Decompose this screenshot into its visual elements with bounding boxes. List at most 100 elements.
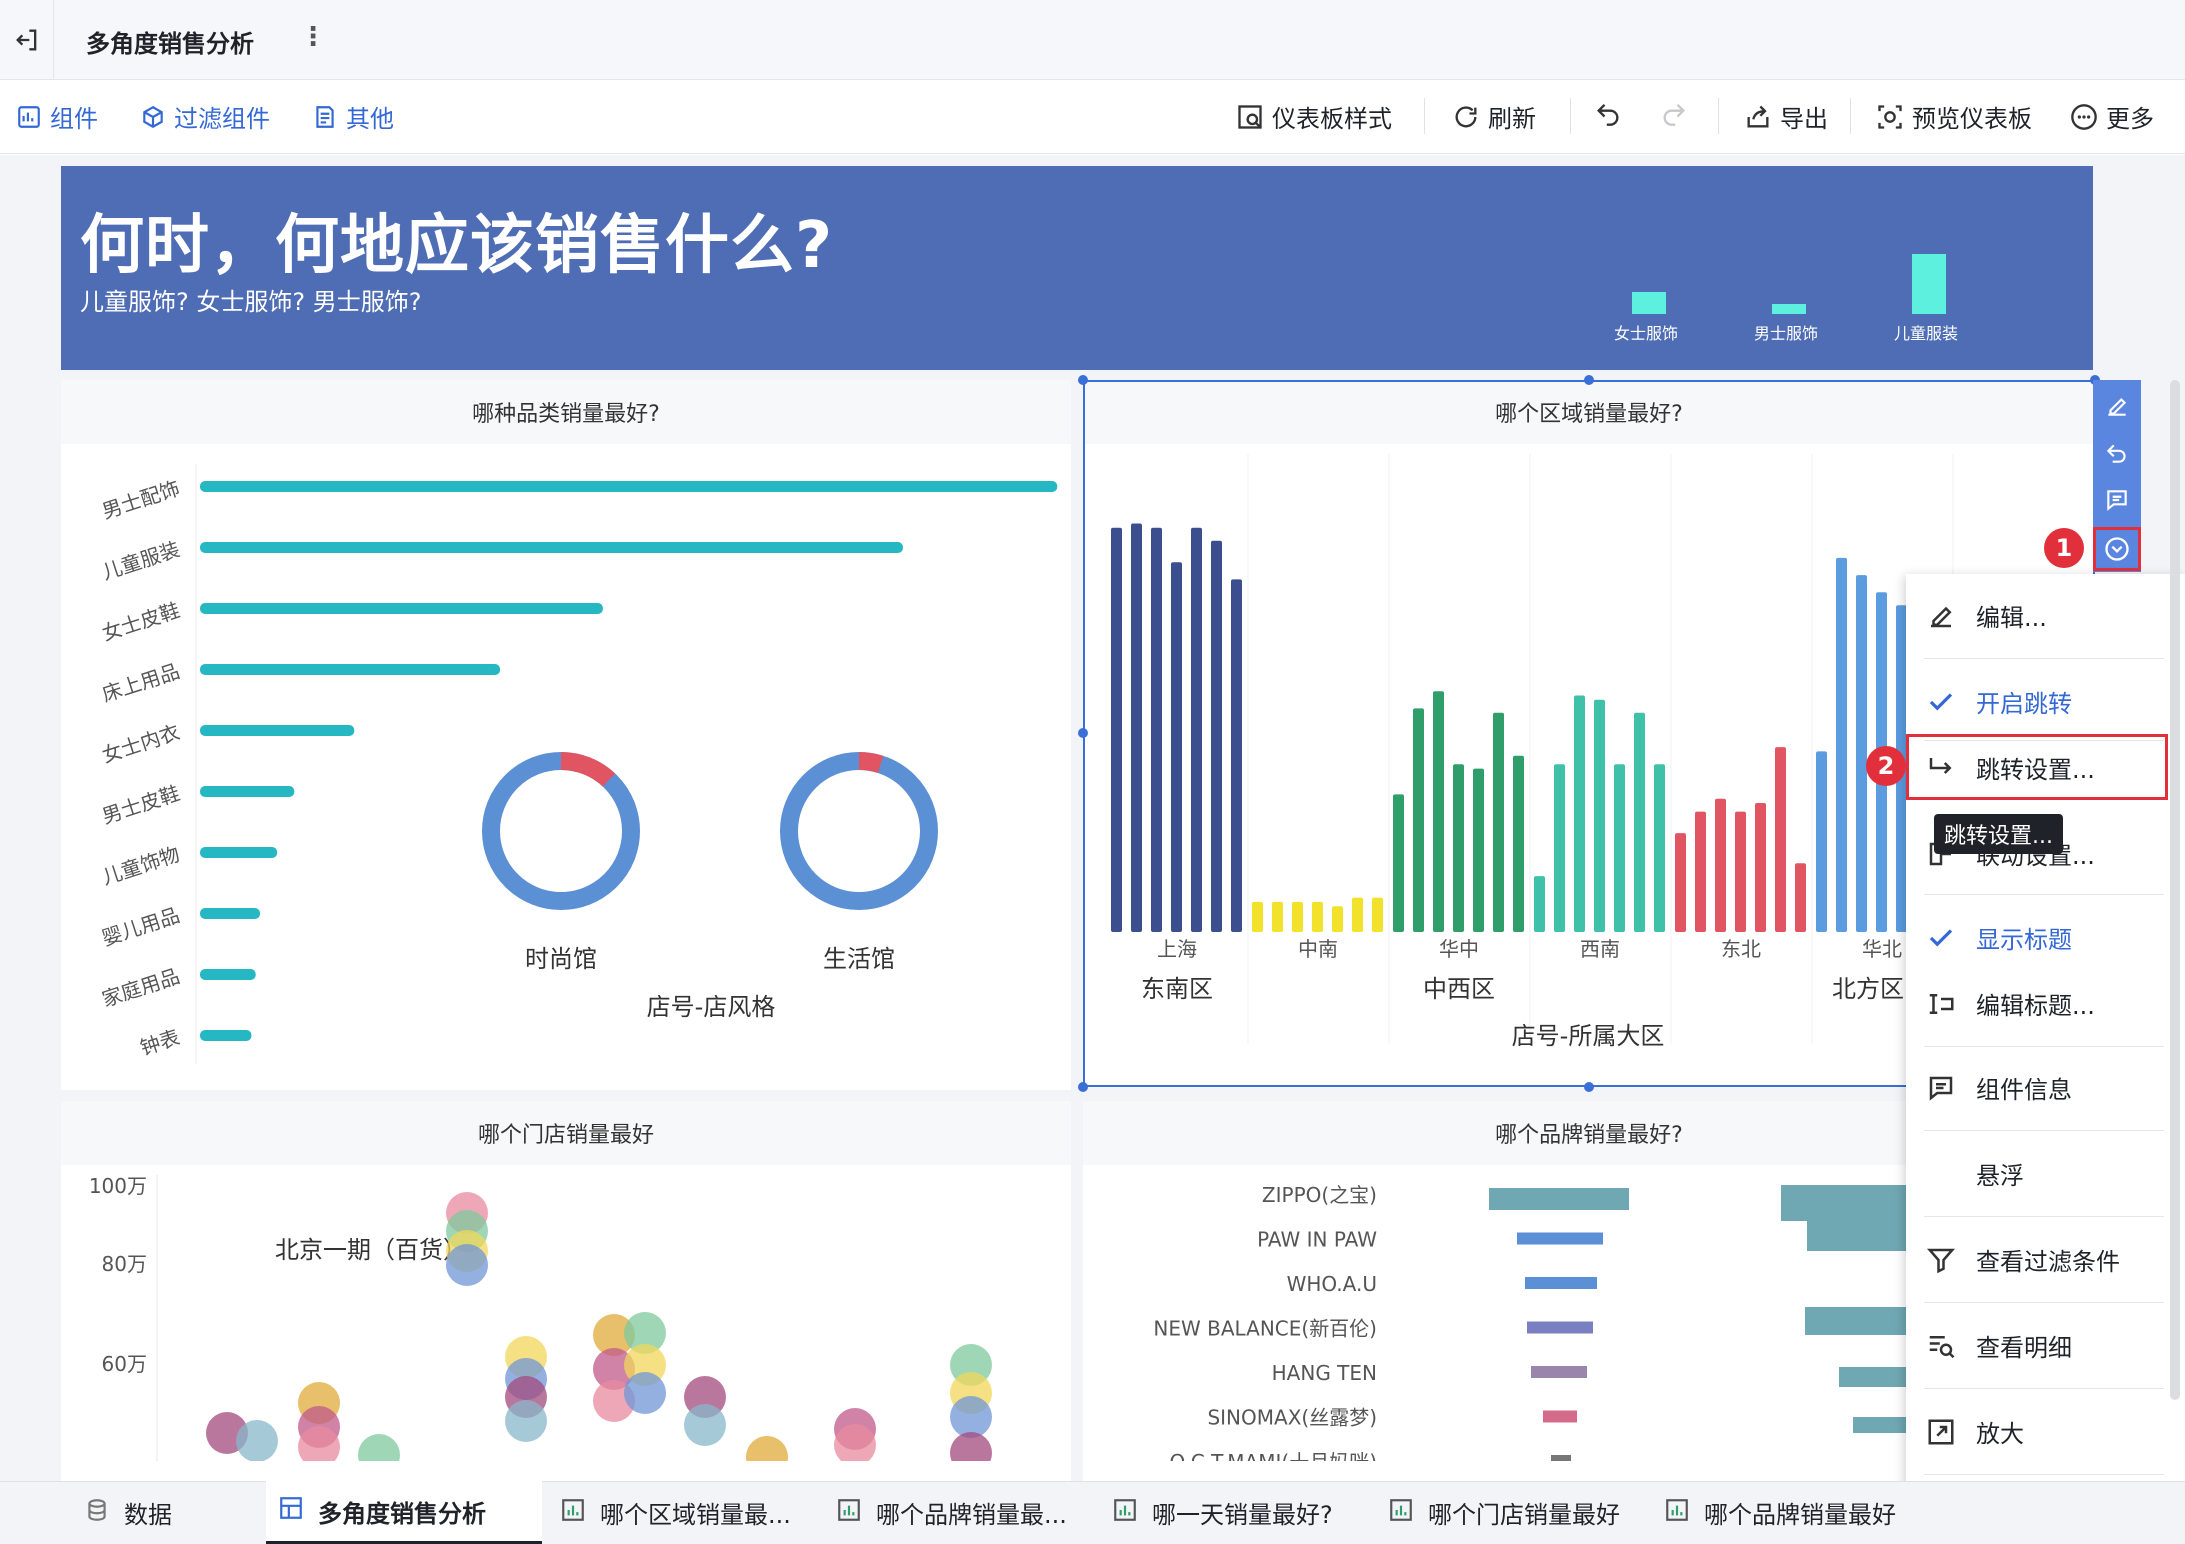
menu-item-detail-icon[interactable]: 查看明细 <box>1924 1328 2072 1363</box>
menu-item-filter-icon[interactable]: 查看过滤条件 <box>1924 1242 2120 1277</box>
toolbar-divider <box>1718 98 1719 134</box>
tab-label: 多角度销售分析 <box>318 1499 486 1528</box>
refresh-button[interactable]: 刷新 <box>1452 99 1536 134</box>
category-bar <box>200 908 261 919</box>
comment-component-button[interactable] <box>2101 484 2133 516</box>
tab[interactable]: 哪个门店销量最好 <box>1376 1481 1648 1544</box>
component-icon <box>18 105 40 128</box>
dashboard-style-icon <box>1238 104 1262 129</box>
check-icon <box>1924 685 1958 719</box>
undo-button[interactable] <box>1594 99 1622 127</box>
menu-item-label: 查看明细 <box>1976 1334 2072 1362</box>
menu-item-edit-icon[interactable]: 编辑... <box>1924 598 2047 633</box>
chart-icon <box>1388 1497 1414 1529</box>
brand-bar <box>1781 1185 1911 1221</box>
reset-component-button[interactable] <box>2101 437 2133 469</box>
mini-bar-label: 男士服饰 <box>1754 324 1819 343</box>
tab-active[interactable]: 多角度销售分析 <box>266 1481 542 1544</box>
banner-subtitle: 儿童服饰? 女士服饰? 男士服饰? <box>80 288 422 316</box>
tab[interactable]: 数据 <box>72 1481 262 1544</box>
export-label: 导出 <box>1780 105 1828 133</box>
vertical-scrollbar[interactable] <box>2170 380 2180 1400</box>
resize-handle[interactable] <box>1584 1082 1594 1092</box>
store-point <box>950 1432 992 1461</box>
brand-label: WHO.A.U <box>1287 1272 1377 1296</box>
brand-label: O.C.T.MAMI(十月妈咪) <box>1169 1450 1377 1461</box>
menu-item-zoom-icon[interactable]: 放大 <box>1924 1414 2024 1449</box>
tab-label: 哪个区域销量最... <box>600 1501 791 1529</box>
menu-divider <box>1924 1388 2164 1389</box>
menu-item-check-icon[interactable]: 开启跳转 <box>1924 684 2072 719</box>
brand-bar <box>1517 1232 1603 1245</box>
more-button[interactable]: 更多 <box>2070 99 2154 134</box>
mini-bar-label: 儿童服装 <box>1894 324 1959 343</box>
mini-bar <box>1772 304 1806 314</box>
menu-item-edit-title-icon[interactable]: 编辑标题... <box>1924 986 2095 1021</box>
edit-component-button[interactable] <box>2101 390 2133 422</box>
menu-item-check-icon[interactable]: 显示标题 <box>1924 920 2072 955</box>
menu-item-float[interactable]: 悬浮 <box>1924 1156 2024 1191</box>
category-label: 男士配饰 <box>99 476 183 524</box>
tab[interactable]: 哪个区域销量最... <box>548 1481 820 1544</box>
title-more-icon[interactable]: ⋮ <box>300 22 326 52</box>
component-button[interactable]: 组件 <box>16 99 98 134</box>
store-panel-title: 哪个门店销量最好 <box>61 1101 1071 1165</box>
mini-bar <box>1632 292 1666 314</box>
category-bar <box>200 542 903 553</box>
brand-bar <box>1807 1221 1911 1251</box>
preview-dashboard-button[interactable]: 预览仪表板 <box>1876 99 2032 134</box>
store-point <box>684 1404 726 1446</box>
resize-handle[interactable] <box>1078 728 1088 738</box>
brand-label: NEW BALANCE(新百伦) <box>1153 1317 1377 1341</box>
step-badge-2: 2 <box>1866 746 1906 786</box>
brand-bar <box>1839 1367 1911 1387</box>
brand-bar <box>1527 1321 1593 1334</box>
toolbar-divider <box>1424 98 1425 134</box>
exit-button[interactable] <box>0 0 54 80</box>
highlight-box <box>1906 734 2168 800</box>
filter-component-button[interactable]: 过滤组件 <box>140 99 270 134</box>
category-label: 家庭用品 <box>99 964 183 1012</box>
other-button[interactable]: 其他 <box>312 99 394 134</box>
export-button[interactable]: 导出 <box>1744 99 1828 134</box>
tab[interactable]: 哪个品牌销量最好 <box>1652 1481 1942 1544</box>
menu-divider <box>1924 1216 2164 1217</box>
edit-icon <box>1924 599 1958 633</box>
store-y-tick: 100万 <box>89 1174 147 1198</box>
tab-label: 哪一天销量最好? <box>1152 1501 1333 1529</box>
menu-divider <box>1924 1302 2164 1303</box>
more-label: 更多 <box>2106 105 2154 133</box>
redo-button[interactable] <box>1660 99 1688 127</box>
preview-icon <box>1878 104 1902 129</box>
resize-handle[interactable] <box>1584 375 1594 385</box>
store-point <box>746 1436 788 1461</box>
menu-divider <box>1924 894 2164 895</box>
tab[interactable]: 哪个品牌销量最... <box>824 1481 1096 1544</box>
category-bar <box>200 969 256 980</box>
menu-divider <box>1924 1046 2164 1047</box>
menu-item-label: 显示标题 <box>1976 926 2072 954</box>
menu-divider <box>1924 1130 2164 1131</box>
store-chart: 100万 80万 60万 北京一期（百货） <box>89 1174 992 1461</box>
store-annotation: 北京一期（百货） <box>275 1236 467 1264</box>
component-label: 组件 <box>50 105 98 133</box>
category-label: 儿童服装 <box>99 537 183 585</box>
store-point <box>236 1420 278 1461</box>
tab-label: 数据 <box>124 1501 172 1529</box>
more-icon <box>2071 103 2097 130</box>
category-panel-title: 哪种品类销量最好? <box>61 380 1071 444</box>
category-bar <box>200 786 295 797</box>
store-point <box>505 1400 547 1442</box>
dashboard-title: 多角度销售分析 <box>86 30 254 58</box>
menu-item-info-icon[interactable]: 组件信息 <box>1924 1070 2072 1105</box>
tab[interactable]: 哪一天销量最好? <box>1100 1481 1372 1544</box>
exit-icon <box>15 29 36 51</box>
store-point <box>950 1396 992 1438</box>
resize-handle[interactable] <box>1078 1082 1088 1092</box>
dashboard-style-button[interactable]: 仪表板样式 <box>1236 99 1392 134</box>
other-label: 其他 <box>346 105 394 133</box>
tab-label: 哪个品牌销量最好 <box>1704 1501 1896 1529</box>
category-label: 女士内衣 <box>99 720 183 768</box>
brand-bar <box>1805 1307 1911 1335</box>
resize-handle[interactable] <box>1078 375 1088 385</box>
